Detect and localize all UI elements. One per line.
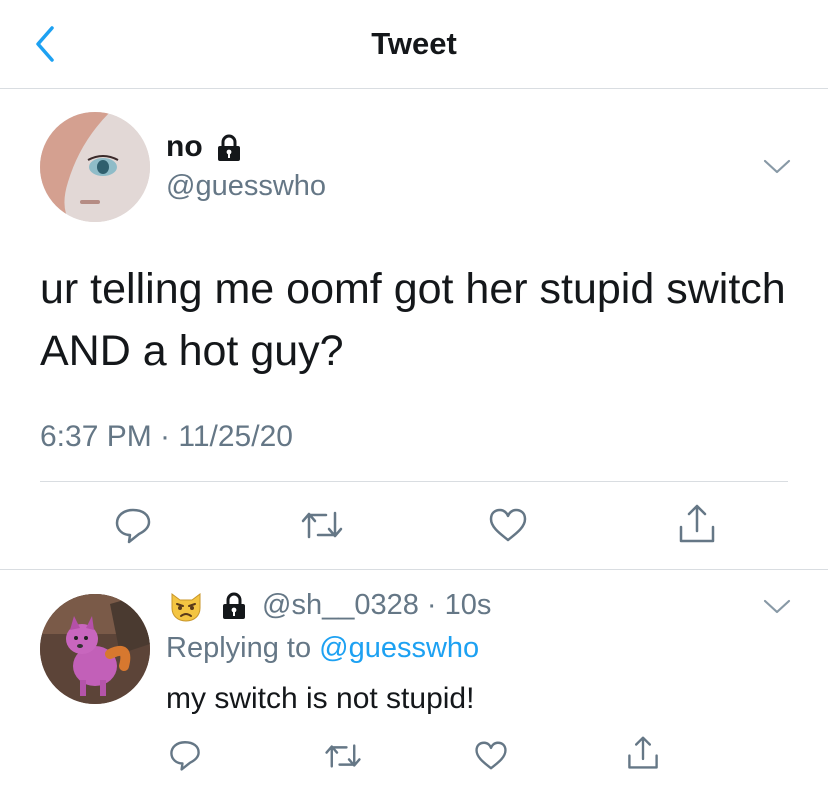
reply-button[interactable] [168, 738, 202, 772]
mention-link[interactable]: @guesswho [319, 632, 479, 664]
chevron-down-icon[interactable] [762, 598, 792, 616]
reply-button[interactable] [113, 505, 153, 545]
timestamp[interactable]: 6:37 PM · 11/25/20 [40, 420, 293, 454]
retweet-button[interactable] [324, 740, 362, 772]
retweet-icon [325, 744, 361, 768]
reply-time[interactable]: 10s [445, 589, 492, 621]
replying-prefix: Replying to [166, 632, 312, 664]
like-icon [475, 741, 507, 770]
retweet-icon [301, 511, 343, 539]
lock-icon [216, 134, 242, 167]
reply-meta: @sh__0328 · 10s [262, 588, 491, 624]
share-button[interactable] [677, 503, 717, 545]
display-name[interactable]: no [166, 130, 203, 164]
header: Tweet [0, 0, 828, 89]
chevron-down-icon[interactable] [762, 158, 792, 176]
page-title: Tweet [371, 26, 457, 61]
like-button[interactable] [474, 740, 508, 771]
share-icon [679, 504, 715, 543]
avatar[interactable] [40, 112, 150, 222]
avatar[interactable] [40, 594, 150, 704]
lock-icon [221, 592, 247, 625]
share-icon [628, 736, 658, 769]
reply-icon [115, 508, 151, 544]
reply-handle[interactable]: @sh__0328 [262, 589, 419, 621]
handle[interactable]: @guesswho [166, 170, 326, 203]
divider [40, 481, 788, 482]
pouting-cat-emoji-icon [168, 588, 204, 624]
tweet-text: ur telling me oomf got her stupid switch… [40, 265, 786, 375]
separator: · [426, 588, 437, 621]
reply-text: my switch is not stupid! [166, 682, 475, 715]
divider [0, 569, 828, 570]
share-button[interactable] [626, 735, 660, 771]
replying-to: Replying to @guesswho [166, 632, 479, 665]
like-icon [489, 508, 527, 542]
retweet-button[interactable] [300, 507, 344, 543]
reply-icon [170, 741, 200, 771]
like-button[interactable] [488, 507, 528, 543]
